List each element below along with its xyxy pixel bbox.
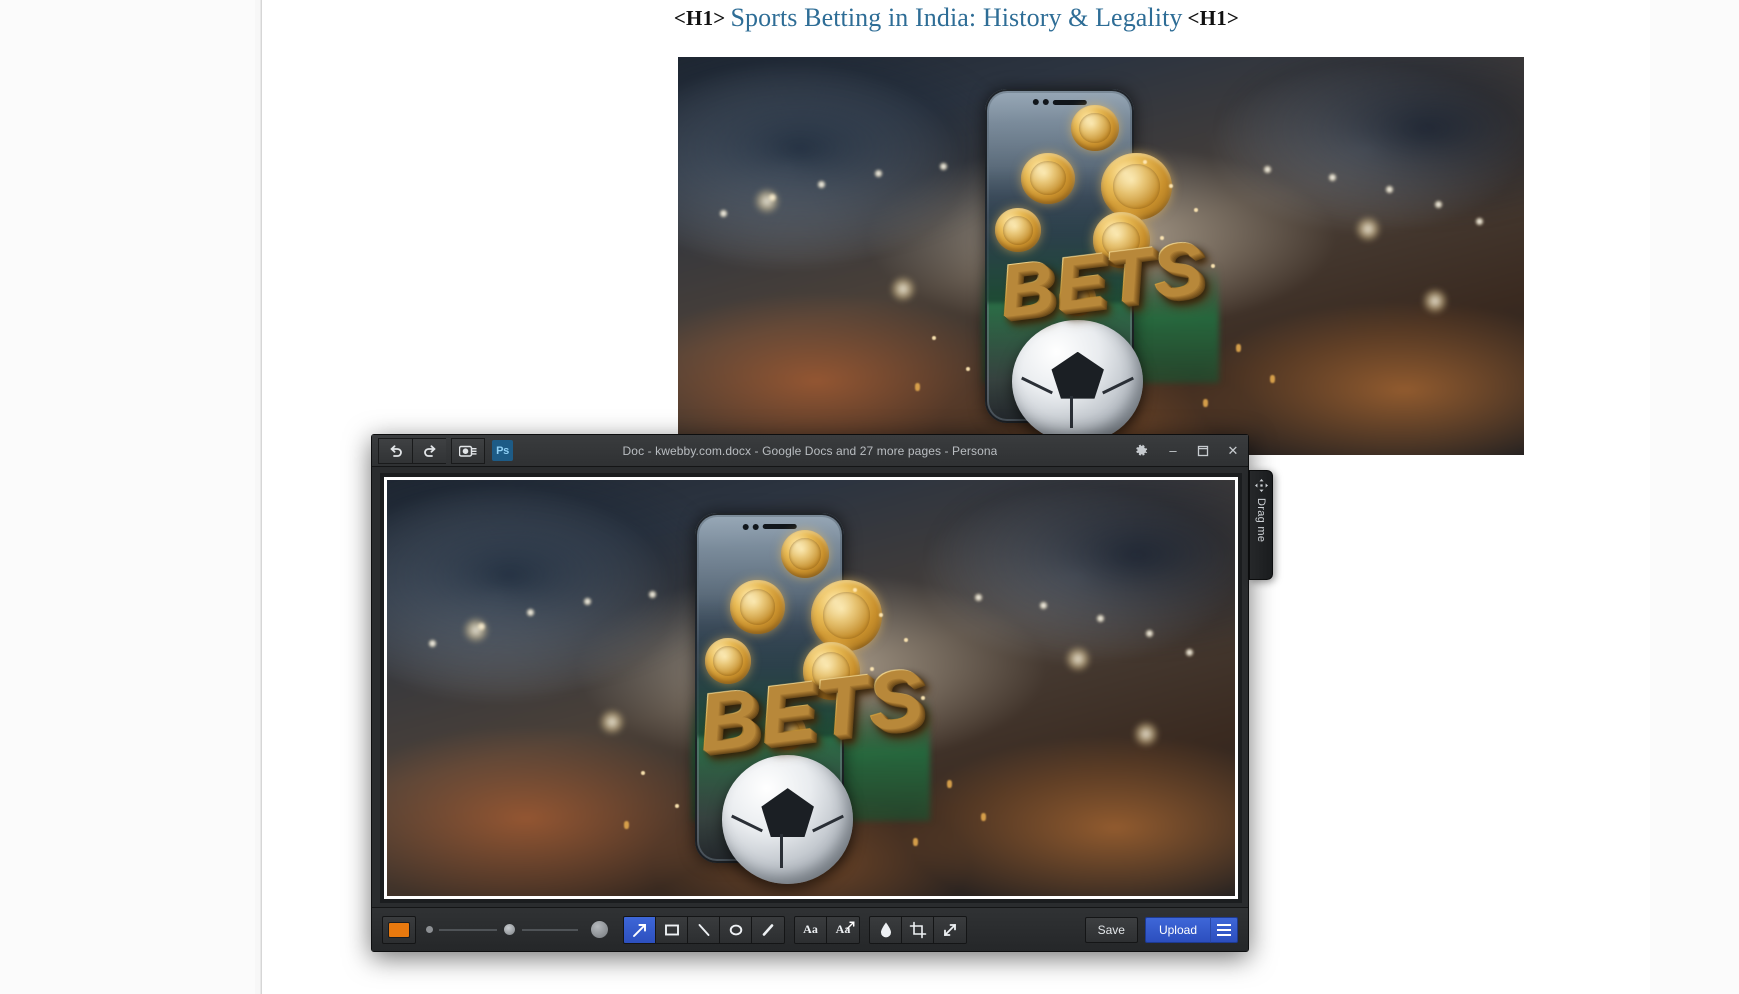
text-tool[interactable]: Aa [795,916,827,943]
document-image: BETS [678,57,1524,455]
resize-tool[interactable] [934,916,966,943]
editor-canvas[interactable]: BETS [384,477,1238,899]
highlighter-tool[interactable] [752,916,784,943]
blur-tool[interactable] [870,916,902,943]
betting-artwork-background: BETS [678,57,1524,455]
camera-capture-icon[interactable] [451,437,485,464]
editor-toolbar[interactable]: Aa Aa Save Upload [372,907,1248,951]
h1-open-tag: <H1> [673,5,726,30]
drag-handle-label: Drag me [1255,498,1267,543]
football-graphic [1012,319,1144,444]
drag-handle[interactable]: Drag me [1249,470,1273,580]
photoshop-badge-icon[interactable]: Ps [492,440,513,461]
editor-window-title-text: Doc - kwebby.com.docx - Google Docs and … [622,443,998,458]
gear-icon[interactable] [1124,435,1158,467]
menu-icon[interactable] [1210,916,1238,943]
text-tool-label: Aa [803,922,818,936]
redo-icon[interactable] [412,437,446,464]
page-title-text: Sports Betting in India: History & Legal… [730,3,1183,32]
text-tool-group[interactable]: Aa Aa [794,915,860,944]
page-title: <H1> Sports Betting in India: History & … [262,0,1651,36]
editor-titlebar[interactable]: Ps Doc - kwebby.com.docx - Google Docs a… [372,435,1248,467]
shape-tool-group[interactable] [623,915,785,944]
maximize-icon[interactable] [1188,435,1218,467]
size-small-icon [426,926,433,933]
minimize-icon[interactable]: – [1158,435,1188,467]
color-swatch[interactable] [388,921,410,938]
rectangle-tool[interactable] [656,916,688,943]
betting-artwork-canvas: BETS [387,480,1235,896]
editor-canvas-area[interactable]: BETS [380,473,1242,903]
stroke-size-slider[interactable] [426,916,609,944]
effect-tool-group[interactable] [869,915,967,944]
undo-icon[interactable] [378,437,412,464]
size-slider-knob[interactable] [503,923,516,936]
size-slider-track-right[interactable] [522,928,578,931]
size-large-icon [590,920,609,939]
close-icon[interactable]: ✕ [1218,435,1248,467]
screenshot-editor-window[interactable]: Ps Doc - kwebby.com.docx - Google Docs a… [371,434,1249,952]
move-icon [1254,479,1268,492]
color-swatch-button[interactable] [382,915,416,944]
size-slider-track-left[interactable] [439,928,497,931]
ellipse-tool[interactable] [720,916,752,943]
line-tool[interactable] [688,916,720,943]
editor-actions[interactable]: Save Upload [1084,916,1238,943]
arrow-tool[interactable] [624,916,656,943]
h1-close-tag: <H1> [1187,5,1240,30]
page-root: <H1> Sports Betting in India: History & … [0,0,1739,994]
text-callout-tool[interactable]: Aa [827,916,859,943]
football-graphic [721,754,854,884]
upload-button[interactable]: Upload [1144,916,1210,943]
save-button[interactable]: Save [1084,916,1138,943]
crop-tool[interactable] [902,916,934,943]
